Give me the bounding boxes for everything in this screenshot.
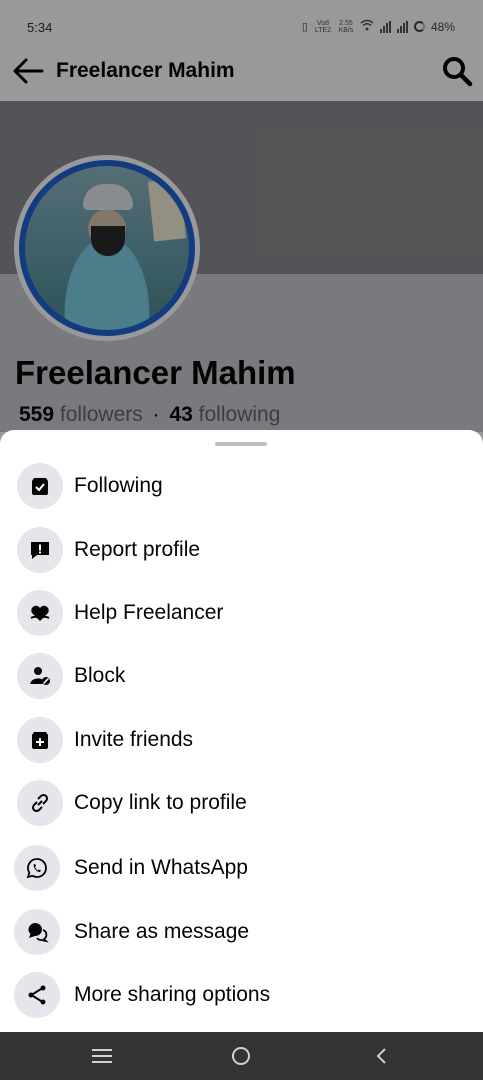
- menu-item-label: Report profile: [74, 538, 201, 561]
- menu-item-more-sharing[interactable]: More sharing options: [0, 965, 483, 1025]
- menu-item-label: Share as message: [74, 920, 250, 943]
- block-user-icon: [17, 653, 63, 699]
- menu-item-label: More sharing options: [74, 983, 271, 1006]
- sheet-drag-handle[interactable]: [215, 442, 267, 446]
- report-alert-icon: [17, 527, 63, 573]
- menu-item-label: Invite friends: [74, 728, 194, 751]
- menu-item-send-whatsapp[interactable]: Send in WhatsApp: [0, 838, 483, 898]
- menu-item-copy-link[interactable]: Copy link to profile: [0, 773, 483, 833]
- menu-item-block[interactable]: Block: [0, 646, 483, 706]
- following-check-icon: [17, 463, 63, 509]
- link-icon: [17, 780, 63, 826]
- back-chevron-icon[interactable]: [372, 1045, 392, 1067]
- share-icon: [14, 972, 60, 1018]
- menu-item-label: Block: [74, 664, 126, 687]
- invite-plus-icon: [17, 717, 63, 763]
- menu-item-label: Following: [74, 474, 163, 497]
- menu-item-label: Copy link to profile: [74, 791, 247, 814]
- menu-item-share-message[interactable]: Share as message: [0, 902, 483, 962]
- recent-apps-icon[interactable]: [92, 1049, 112, 1063]
- menu-item-report-profile[interactable]: Report profile: [0, 520, 483, 580]
- menu-item-help-freelancer[interactable]: Help Freelancer: [0, 583, 483, 643]
- whatsapp-icon: [14, 845, 60, 891]
- profile-options-sheet: Following Report profile Help Freelancer…: [0, 430, 483, 1032]
- system-nav-bar: [0, 1032, 483, 1080]
- menu-item-invite-friends[interactable]: Invite friends: [0, 710, 483, 770]
- home-circle-icon[interactable]: [232, 1047, 250, 1065]
- chat-bubble-icon: [14, 909, 60, 955]
- menu-item-following[interactable]: Following: [0, 456, 483, 516]
- menu-item-label: Help Freelancer: [74, 601, 224, 624]
- heart-hand-icon: [17, 590, 63, 636]
- menu-item-label: Send in WhatsApp: [74, 856, 248, 879]
